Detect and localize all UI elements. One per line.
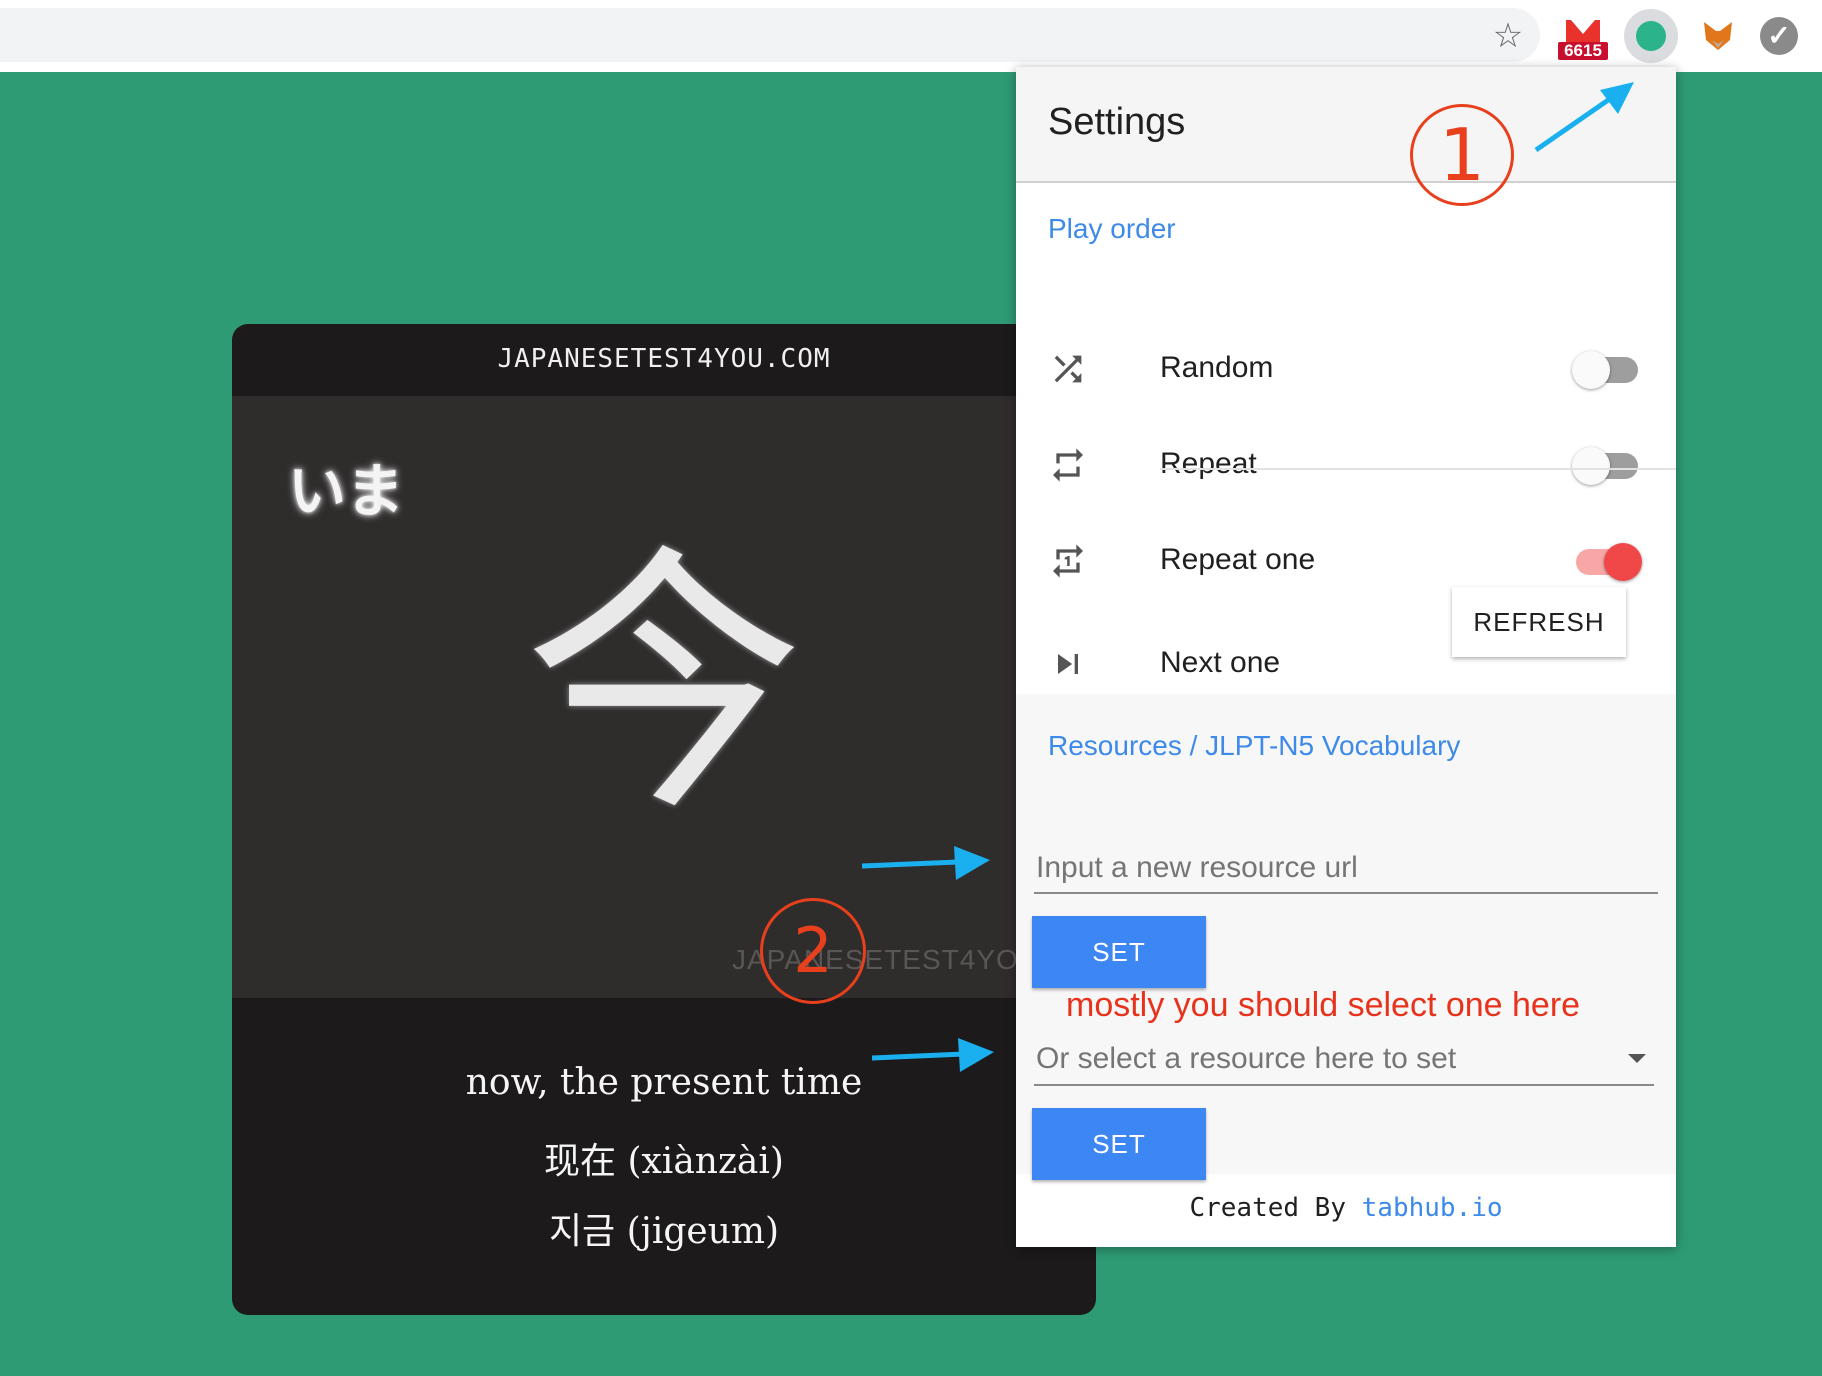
- repeat-one-icon: [1048, 541, 1088, 581]
- card-korean: 지금 (jigeum): [548, 1211, 780, 1252]
- gmail-logo-icon: [1566, 20, 1600, 42]
- annotation-hint: mostly you should select one here: [1066, 986, 1581, 1024]
- row-divider: [1160, 468, 1676, 470]
- popup-title: Settings: [1048, 101, 1186, 143]
- settings-popup: Settings Play order Random Repeat Repeat…: [1016, 67, 1676, 1247]
- metamask-fox-icon[interactable]: [1700, 18, 1736, 54]
- browser-toolbar: ☆ 6615 ✓: [0, 0, 1822, 72]
- annotation-arrow-2: [861, 846, 990, 880]
- footer-prefix: Created By: [1189, 1193, 1346, 1223]
- dropdown-caret-icon: [1628, 1054, 1646, 1063]
- random-row[interactable]: Random: [1016, 325, 1676, 415]
- refresh-button[interactable]: REFRESH: [1452, 587, 1626, 657]
- annotation-arrow-3: [871, 1038, 994, 1072]
- card-image: いま 今 JAPANESETEST4YOU.: [232, 396, 1096, 998]
- play-order-title: Play order: [1048, 213, 1176, 244]
- gmail-extension-icon[interactable]: 6615: [1558, 14, 1608, 64]
- random-label: Random: [1160, 351, 1274, 384]
- resource-url-input[interactable]: [1034, 844, 1658, 894]
- repeat-label: Repeat: [1160, 447, 1257, 480]
- resources-title: Resources / JLPT-N5 Vocabulary: [1048, 730, 1461, 761]
- card-kanji: 今: [524, 523, 804, 849]
- card-site-name: JAPANESETEST4YOU.COM: [497, 344, 831, 374]
- annotation-arrow-1: [1534, 82, 1634, 153]
- annotation-step-1: 1: [1410, 104, 1514, 206]
- set-resource-button[interactable]: SET: [1032, 1108, 1206, 1180]
- set-url-button[interactable]: SET: [1032, 916, 1206, 988]
- shuffle-icon: [1048, 349, 1088, 389]
- resources-section: Resources / JLPT-N5 Vocabulary SET mostl…: [1016, 694, 1676, 1180]
- random-toggle[interactable]: [1572, 351, 1638, 389]
- tabhub-logo-icon: [1636, 21, 1666, 51]
- bookmark-star-icon[interactable]: ☆: [1488, 16, 1528, 56]
- repeat-toggle[interactable]: [1572, 447, 1638, 485]
- tabhub-extension-icon[interactable]: [1624, 9, 1678, 63]
- repeat-one-label: Repeat one: [1160, 543, 1316, 576]
- card-chinese: 现在 (xiànzài): [544, 1141, 784, 1182]
- address-bar[interactable]: [0, 8, 1540, 62]
- skip-next-icon: [1048, 644, 1088, 684]
- repeat-one-toggle[interactable]: [1576, 543, 1642, 581]
- footer-link[interactable]: tabhub.io: [1362, 1193, 1503, 1223]
- next-one-label: Next one: [1160, 646, 1281, 679]
- resource-select-placeholder: Or select a resource here to set: [1036, 1042, 1457, 1075]
- resource-select[interactable]: Or select a resource here to set: [1034, 1034, 1654, 1086]
- repeat-icon: [1048, 445, 1088, 485]
- repeat-row[interactable]: Repeat: [1016, 421, 1676, 511]
- annotation-step-2: 2: [760, 898, 866, 1004]
- vocabulary-card: JAPANESETEST4YOU.COM いま 今 JAPANESETEST4Y…: [232, 324, 1096, 1315]
- gmail-unread-badge: 6615: [1558, 42, 1608, 60]
- v-extension-icon[interactable]: ✓: [1760, 17, 1798, 55]
- popup-footer: Created By tabhub.io: [1016, 1193, 1676, 1223]
